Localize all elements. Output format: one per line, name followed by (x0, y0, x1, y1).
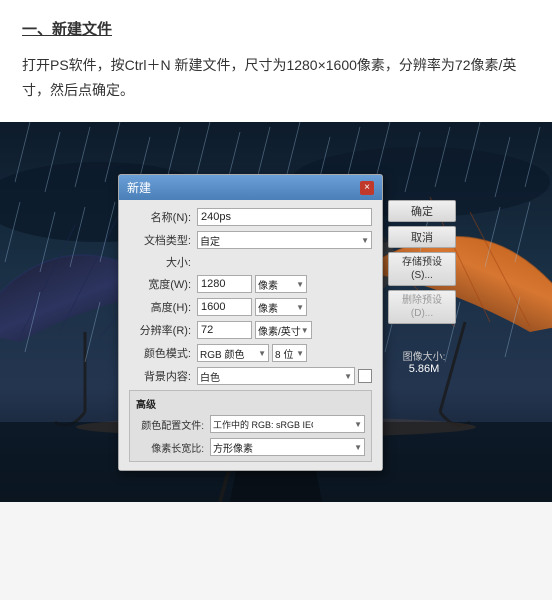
color-profile-select[interactable]: 工作中的 RGB: sRGB IEC61... ▼ (210, 415, 365, 433)
dialog-content-wrapper: 名称(N): 240ps 文档类型: 自定 ▼ 大小: (119, 200, 382, 470)
image-size-label: 图像大小: (388, 348, 460, 363)
dialog-close-button[interactable]: × (360, 181, 374, 195)
color-profile-row: 颜色配置文件: 工作中的 RGB: sRGB IEC61... ▼ (136, 415, 365, 433)
doc-type-row: 文档类型: 自定 ▼ (129, 231, 372, 249)
height-unit-select[interactable]: 像素 ▼ (255, 298, 307, 316)
pixel-ratio-arrow: ▼ (354, 443, 362, 452)
resolution-row: 分辨率(R): 72 像素/英寸 ▼ (129, 321, 372, 339)
bg-content-select[interactable]: 白色 ▼ (197, 367, 355, 385)
pixel-ratio-select[interactable]: 方形像素 ▼ (210, 438, 365, 456)
doc-type-select[interactable]: 自定 ▼ (197, 231, 372, 249)
resolution-input[interactable]: 72 (197, 321, 252, 339)
pixel-ratio-label: 像素长宽比: (136, 440, 210, 455)
dialog-title: 新建 (127, 179, 151, 196)
resolution-input-group: 72 像素/英寸 ▼ (197, 321, 372, 339)
width-input-group: 1280 像素 ▼ (197, 275, 372, 293)
text-section: 一、新建文件 打开PS软件，按Ctrl＋N 新建文件，尺寸为1280×1600像… (0, 0, 552, 122)
size-label-row: 大小: (129, 254, 372, 270)
color-mode-arrow: ▼ (258, 349, 266, 358)
color-profile-arrow: ▼ (354, 420, 362, 429)
height-input[interactable]: 1600 (197, 298, 252, 316)
bg-content-label: 背景内容: (129, 368, 197, 384)
name-row: 名称(N): 240ps (129, 208, 372, 226)
color-mode-label: 颜色模式: (129, 345, 197, 361)
color-profile-label: 颜色配置文件: (136, 417, 210, 432)
dialog-buttons: 确定 取消 存储预设(S)... 删除预设(D)... 图像大小: 5.86M (388, 200, 460, 375)
section-body: 打开PS软件，按Ctrl＋N 新建文件，尺寸为1280×1600像素，分辨率为7… (22, 53, 530, 102)
dialog-body: 名称(N): 240ps 文档类型: 自定 ▼ 大小: (119, 200, 382, 470)
resolution-label: 分辨率(R): (129, 322, 197, 338)
width-label: 宽度(W): (129, 276, 197, 292)
dialog-new-file: 新建 × 名称(N): 240ps 文档类型: 自定 (118, 174, 383, 471)
bg-content-arrow: ▼ (344, 372, 352, 381)
height-row: 高度(H): 1600 像素 ▼ (129, 298, 372, 316)
dialog-advanced: 高级 颜色配置文件: 工作中的 RGB: sRGB IEC61... ▼ 像素长… (129, 390, 372, 462)
advanced-title: 高级 (136, 396, 365, 411)
doc-type-arrow: ▼ (361, 236, 369, 245)
pixel-ratio-row: 像素长宽比: 方形像素 ▼ (136, 438, 365, 456)
bg-color-swatch[interactable] (358, 369, 372, 383)
height-unit-arrow: ▼ (296, 303, 304, 312)
ok-button[interactable]: 确定 (388, 200, 456, 222)
save-preset-button[interactable]: 存储预设(S)... (388, 252, 456, 286)
bg-content-row: 背景内容: 白色 ▼ (129, 367, 372, 385)
image-size-value: 5.86M (388, 363, 460, 375)
color-depth-arrow: ▼ (296, 349, 304, 358)
resolution-unit-arrow: ▼ (301, 326, 309, 335)
delete-preset-button[interactable]: 删除预设(D)... (388, 290, 456, 324)
section-title: 一、新建文件 (22, 18, 530, 39)
image-size-info: 图像大小: 5.86M (388, 348, 460, 375)
doc-type-label: 文档类型: (129, 232, 197, 248)
dialog-titlebar: 新建 × (119, 175, 382, 200)
name-input[interactable]: 240ps (197, 208, 372, 226)
color-depth-select[interactable]: 8 位 ▼ (272, 344, 307, 362)
width-unit-select[interactable]: 像素 ▼ (255, 275, 307, 293)
width-unit-arrow: ▼ (296, 280, 304, 289)
image-section: 新建 × 名称(N): 240ps 文档类型: 自定 (0, 122, 552, 502)
width-row: 宽度(W): 1280 像素 ▼ (129, 275, 372, 293)
name-label: 名称(N): (129, 209, 197, 225)
color-mode-select[interactable]: RGB 颜色 ▼ (197, 344, 269, 362)
height-input-group: 1600 像素 ▼ (197, 298, 372, 316)
color-mode-row: 颜色模式: RGB 颜色 ▼ 8 位 ▼ (129, 344, 372, 362)
color-mode-input-group: RGB 颜色 ▼ 8 位 ▼ (197, 344, 372, 362)
cancel-button[interactable]: 取消 (388, 226, 456, 248)
height-label: 高度(H): (129, 299, 197, 315)
size-label: 大小: (129, 254, 197, 270)
width-input[interactable]: 1280 (197, 275, 252, 293)
bg-content-group: 白色 ▼ (197, 367, 372, 385)
resolution-unit-select[interactable]: 像素/英寸 ▼ (255, 321, 312, 339)
